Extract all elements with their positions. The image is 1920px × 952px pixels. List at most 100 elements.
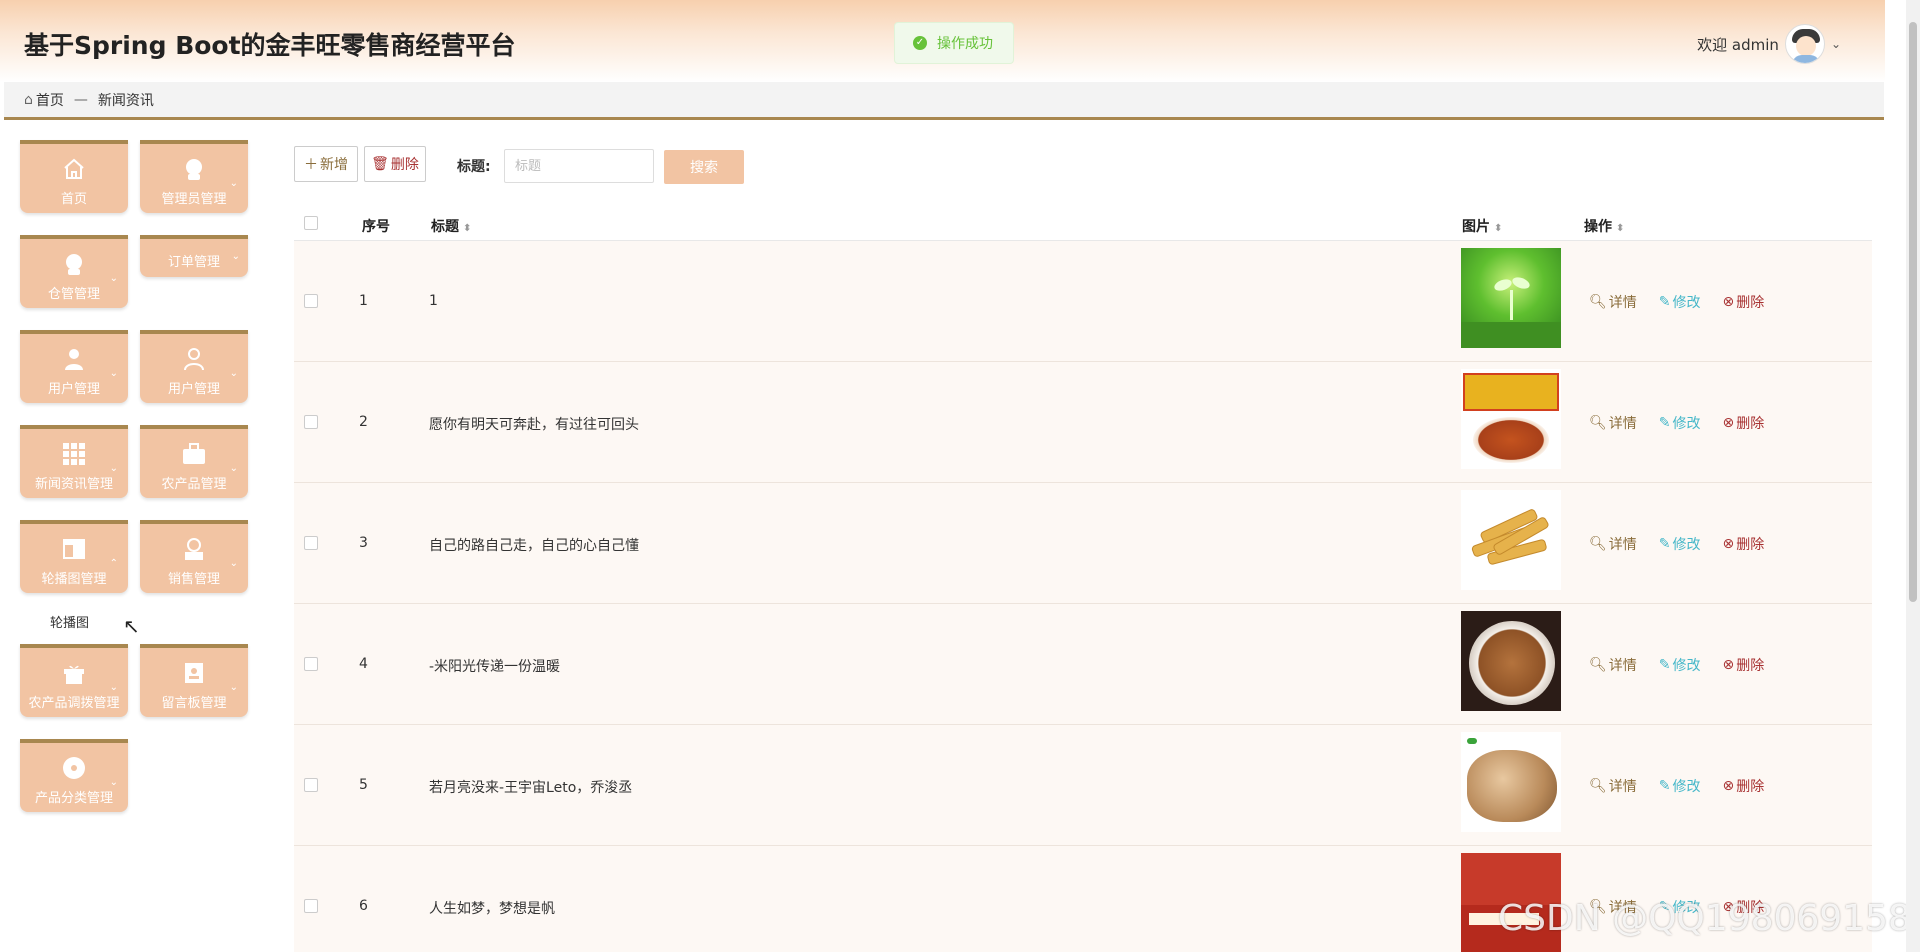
detail-button[interactable]: 🔍︎ 详情 xyxy=(1589,776,1637,796)
column-header-actions[interactable]: 操作 ⬍ xyxy=(1584,216,1624,236)
row-delete-button[interactable]: ⊗ 删除 xyxy=(1723,534,1765,554)
chevron-down-icon: ⌄ xyxy=(109,368,118,379)
sidebar-item-orders[interactable]: 订单管理 ⌄ xyxy=(140,235,248,277)
detail-label: 详情 xyxy=(1608,537,1637,553)
row-title: 1 xyxy=(429,293,438,309)
sidebar-item-carousel[interactable]: 轮播图管理 ⌃ xyxy=(20,520,128,593)
row-title: -米阳光传递一份温暖 xyxy=(429,659,561,675)
page-scrollbar[interactable] xyxy=(1906,0,1920,952)
sidebar-item-label: 新闻资讯管理 xyxy=(34,477,113,492)
detail-button[interactable]: 🔍︎ 详情 xyxy=(1589,534,1637,554)
edit-button[interactable]: ✎ 修改 xyxy=(1659,292,1701,312)
sidebar-item-admin[interactable]: 管理员管理 ⌄ xyxy=(140,140,248,213)
delete-button-label: 删除 xyxy=(390,157,419,173)
edit-button[interactable]: ✎ 修改 xyxy=(1659,655,1701,675)
close-circle-icon: ⊗ xyxy=(1722,294,1735,310)
user-menu[interactable]: 欢迎 admin ⌄ xyxy=(1697,24,1841,64)
row-delete-button[interactable]: ⊗ 删除 xyxy=(1723,655,1765,675)
sidebar-item-home[interactable]: 首页 xyxy=(20,140,128,213)
detail-button[interactable]: 🔍︎ 详情 xyxy=(1589,292,1637,312)
column-header-image-label: 图片 xyxy=(1462,219,1490,235)
add-button[interactable]: ＋ 新增 xyxy=(294,146,358,182)
detail-button[interactable]: 🔍︎ 详情 xyxy=(1589,655,1637,675)
column-header-index: 序号 xyxy=(362,219,390,235)
chevron-down-icon[interactable]: ⌄ xyxy=(1831,37,1841,51)
delete-button[interactable]: 🗑 删除 xyxy=(364,146,426,182)
close-circle-icon: ⊗ xyxy=(1722,657,1735,673)
watermark: CSDN @QQ1980691580 xyxy=(1498,898,1920,939)
page: 基于Spring Boot的金丰旺零售商经营平台 ✓ 操作成功 欢迎 admin… xyxy=(0,0,1920,952)
add-button-label: 新增 xyxy=(320,157,348,173)
edit-label: 修改 xyxy=(1672,779,1701,795)
sidebar-item-users-2[interactable]: 用户管理 ⌄ xyxy=(140,330,248,403)
chevron-down-icon: ⌄ xyxy=(109,273,118,284)
edit-button[interactable]: ✎ 修改 xyxy=(1659,776,1701,796)
sort-icon[interactable]: ⬍ xyxy=(1616,223,1624,234)
plus-icon: ＋ xyxy=(304,157,318,173)
breadcrumb-separator: — xyxy=(73,91,88,108)
sidebar-item-category[interactable]: 产品分类管理 ⌄ xyxy=(20,739,128,812)
delete-label: 删除 xyxy=(1736,658,1765,674)
edit-button[interactable]: ✎ 修改 xyxy=(1659,413,1701,433)
row-index: 4 xyxy=(359,656,368,672)
row-index: 6 xyxy=(359,898,368,914)
row-delete-button[interactable]: ⊗ 删除 xyxy=(1723,292,1765,312)
sort-icon[interactable]: ⬍ xyxy=(1494,223,1502,234)
row-index: 2 xyxy=(359,414,368,430)
edit-icon: ✎ xyxy=(1658,415,1671,431)
row-checkbox[interactable] xyxy=(304,778,318,792)
sidebar-item-sales[interactable]: 销售管理 ⌄ xyxy=(140,520,248,593)
sidebar-item-products[interactable]: 农产品管理 ⌄ xyxy=(140,425,248,498)
sidebar-item-warehouse[interactable]: 仓管管理 ⌄ xyxy=(20,235,128,308)
close-circle-icon: ⊗ xyxy=(1722,536,1735,552)
edit-label: 修改 xyxy=(1672,658,1701,674)
search-icon: 🔍︎ xyxy=(1589,778,1607,794)
sidebar-item-news[interactable]: 新闻资讯管理 ⌄ xyxy=(20,425,128,498)
edit-icon: ✎ xyxy=(1658,657,1671,673)
column-header-actions-label: 操作 xyxy=(1584,219,1612,235)
breadcrumb-home[interactable]: ⌂ 首页 xyxy=(24,90,64,110)
row-title: 若月亮没来-王宇宙Leto，乔浚丞 xyxy=(429,780,633,796)
row-delete-button[interactable]: ⊗ 删除 xyxy=(1723,776,1765,796)
chevron-down-icon: ⌄ xyxy=(231,251,240,262)
row-delete-button[interactable]: ⊗ 删除 xyxy=(1723,413,1765,433)
select-all-checkbox[interactable] xyxy=(304,216,318,230)
sidebar-item-label: 管理员管理 xyxy=(161,192,227,207)
row-checkbox[interactable] xyxy=(304,536,318,550)
sidebar-item-label: 销售管理 xyxy=(167,572,220,587)
scrollbar-thumb[interactable] xyxy=(1909,22,1917,602)
close-circle-icon: ⊗ xyxy=(1722,415,1735,431)
sidebar-item-message-board[interactable]: 留言板管理 ⌄ xyxy=(140,644,248,717)
close-circle-icon: ⊗ xyxy=(1722,778,1735,794)
column-header-image[interactable]: 图片 ⬍ xyxy=(1462,216,1502,236)
row-checkbox[interactable] xyxy=(304,899,318,913)
sprout-image xyxy=(1461,248,1561,348)
edit-button[interactable]: ✎ 修改 xyxy=(1659,534,1701,554)
sidebar-item-label: 用户管理 xyxy=(47,382,100,397)
sidebar-item-label: 农产品管理 xyxy=(161,477,227,492)
avatar[interactable] xyxy=(1784,24,1825,64)
sidebar-item-users[interactable]: 用户管理 ⌄ xyxy=(20,330,128,403)
edit-icon: ✎ xyxy=(1658,294,1671,310)
row-checkbox[interactable] xyxy=(304,415,318,429)
submenu-item-carousel[interactable]: 轮播图 xyxy=(50,612,89,631)
sidebar-item-label: 产品分类管理 xyxy=(34,791,113,806)
table-row: 2 愿你有明天可奔赴，有过往可回头 🔍︎ 详情 ✎ 修改 ⊗ 删除 xyxy=(294,362,1872,483)
search-icon: 🔍︎ xyxy=(1589,536,1607,552)
search-button[interactable]: 搜索 xyxy=(664,150,744,184)
check-circle-icon: ✓ xyxy=(913,36,927,50)
chevron-down-icon: ⌄ xyxy=(229,178,238,189)
row-actions: 🔍︎ 详情 ✎ 修改 ⊗ 删除 xyxy=(1589,413,1764,433)
detail-button[interactable]: 🔍︎ 详情 xyxy=(1589,413,1637,433)
sidebar-item-label: 仓管管理 xyxy=(47,287,100,302)
column-header-title[interactable]: 标题 ⬍ xyxy=(431,216,471,236)
sidebar-item-transfer[interactable]: 农产品调拨管理 ⌄ xyxy=(20,644,128,717)
home-icon xyxy=(20,157,128,181)
row-checkbox[interactable] xyxy=(304,294,318,308)
row-checkbox[interactable] xyxy=(304,657,318,671)
app-title: 基于Spring Boot的金丰旺零售商经营平台 xyxy=(24,31,516,60)
search-label: 标题: xyxy=(457,159,491,175)
title-search-input[interactable] xyxy=(504,149,654,183)
sort-icon[interactable]: ⬍ xyxy=(463,223,471,234)
sidebar-item-label: 轮播图管理 xyxy=(41,572,107,587)
